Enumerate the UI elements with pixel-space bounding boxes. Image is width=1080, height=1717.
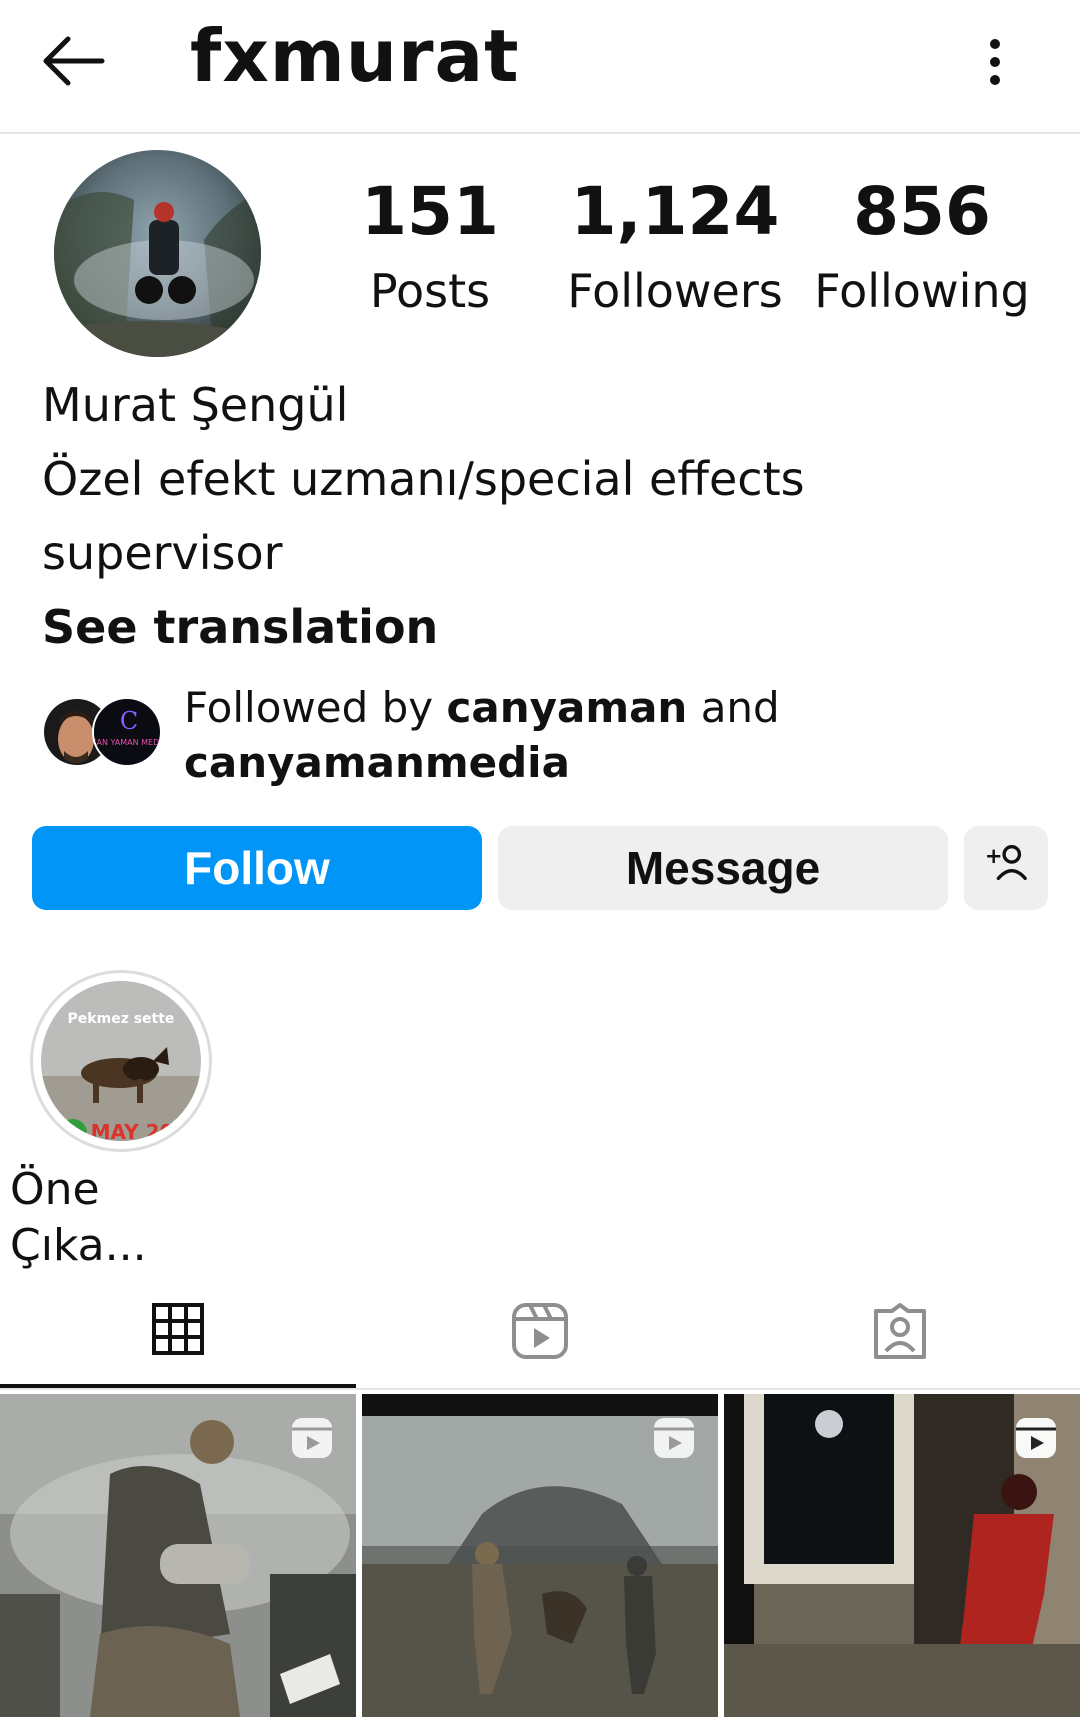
top-app-bar: fxmurat [0,0,1080,134]
reel-icon [1014,1416,1058,1460]
story-highlight[interactable]: Pekmez sette MAY 201 [30,970,212,1152]
posts-label: Posts [369,264,491,318]
followed-by-user-2[interactable]: canyamanmedia [184,738,570,787]
post-thumbnail[interactable] [0,1394,356,1717]
follow-button[interactable]: Follow [32,826,482,910]
reels-icon [510,1301,570,1365]
following-label: Following [814,264,1030,318]
followers-label: Followers [567,264,783,318]
profile-username: fxmurat [190,14,520,98]
see-translation-link[interactable]: See translation [42,590,1042,664]
back-arrow-icon[interactable] [38,30,108,92]
bio-line-1: Özel efekt uzmanı/special effects [42,452,805,506]
add-person-icon: + [983,840,1029,897]
message-button[interactable]: Message [498,826,948,910]
reel-icon [290,1416,334,1460]
svg-text:C: C [120,707,138,735]
profile-tabs [0,1278,1080,1390]
post-thumbnail[interactable] [362,1394,718,1717]
highlight-thumbnail: Pekmez sette MAY 201 [41,981,201,1141]
post-thumbnail[interactable] [724,1394,1080,1717]
bio-line-2: supervisor [42,526,283,580]
more-vertical-icon[interactable] [970,32,1020,92]
profile-name: Murat Şengül [42,378,349,432]
tab-reels[interactable] [362,1278,718,1388]
suggested-users-button[interactable]: + [964,826,1048,910]
tab-tagged[interactable] [722,1278,1078,1388]
follower-avatar-canyamanmedia: C CAN YAMAN MEDIA [92,697,162,767]
highlight-thumb-text: Pekmez sette [68,1011,175,1027]
followed-by-avatars[interactable]: C CAN YAMAN MEDIA [42,697,162,769]
media-badge-text: CAN YAMAN MEDIA [94,738,162,747]
stat-followers[interactable]: 1,124 Followers [560,172,790,326]
stat-posts[interactable]: 151 Posts [360,172,500,326]
followed-by-joiner: and [687,683,780,732]
followed-by-user-1[interactable]: canyaman [446,683,687,732]
followed-by-text[interactable]: Followed by canyaman and canyamanmedia [184,680,1034,790]
profile-bio: Murat Şengül Özel efekt uzmanı/special e… [42,368,1042,664]
highlight-label: Öne Çıka... [10,1164,147,1271]
reel-icon [652,1416,696,1460]
stat-following[interactable]: 856 Following [812,172,1032,326]
following-count: 856 [853,173,991,250]
grid-icon [151,1302,205,1360]
followers-count: 1,124 [570,173,780,250]
followed-by-prefix: Followed by [184,683,447,732]
tagged-icon [870,1301,930,1365]
highlight-date-text: MAY 201 [91,1120,188,1141]
posts-count: 151 [361,173,499,250]
tab-posts-grid[interactable] [0,1278,356,1388]
svg-text:+: + [985,843,1003,868]
profile-avatar[interactable] [54,150,261,357]
